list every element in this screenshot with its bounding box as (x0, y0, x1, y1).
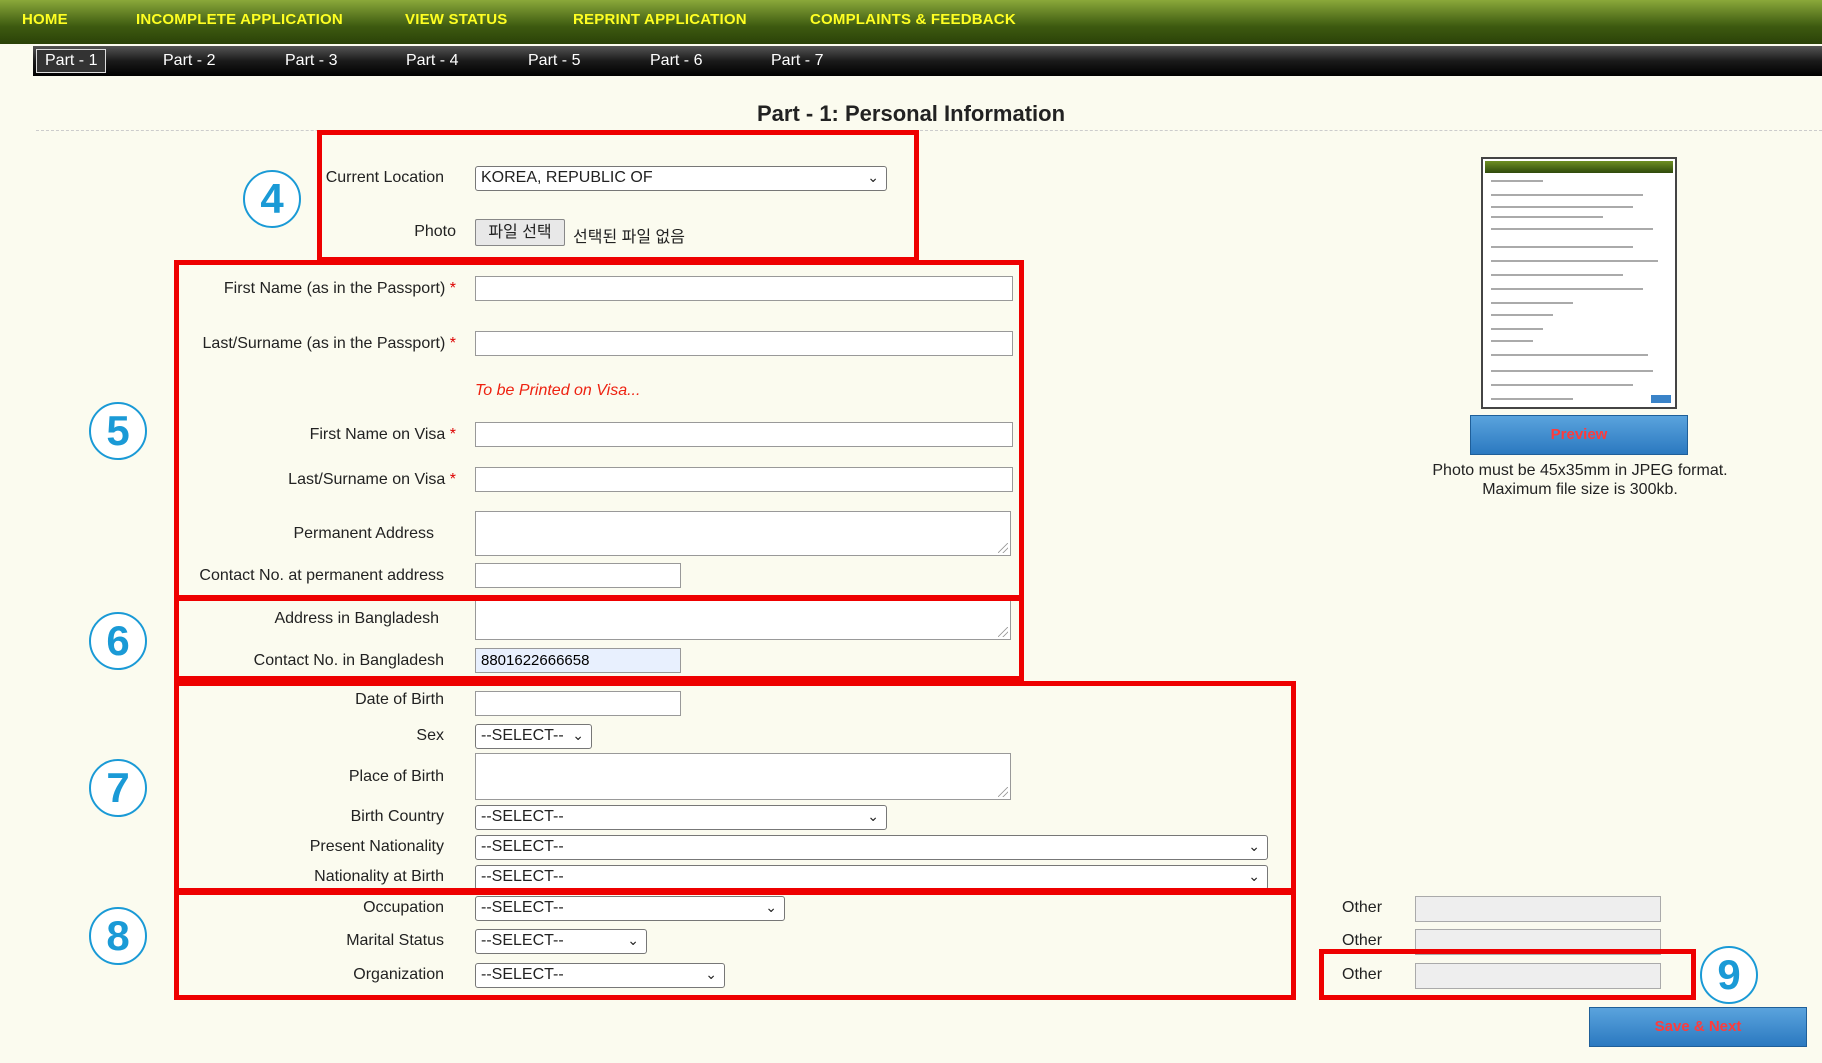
occupation-label: Occupation (363, 899, 444, 916)
resize-grip-icon (998, 543, 1008, 553)
save-next-button[interactable]: Save & Next (1589, 1007, 1807, 1047)
chevron-down-icon: ⌄ (627, 932, 639, 948)
current-location-select[interactable]: KOREA, REPUBLIC OF ⌄ (475, 166, 887, 191)
organization-select[interactable]: --SELECT-- ⌄ (475, 963, 725, 988)
other-organization-label: Other (1342, 966, 1383, 983)
resize-grip-icon (998, 627, 1008, 637)
tab-part-4[interactable]: Part - 4 (406, 52, 458, 70)
tab-part-7[interactable]: Part - 7 (771, 52, 823, 70)
last-name-visa-input[interactable] (475, 467, 1013, 492)
last-name-input[interactable] (475, 331, 1013, 356)
title-divider (36, 130, 1822, 131)
other-occupation-input[interactable] (1415, 896, 1661, 922)
callout-7: 7 (89, 759, 147, 817)
last-name-visa-label: Last/Surname on Visa * (288, 471, 456, 488)
birth-country-label: Birth Country (350, 808, 444, 825)
nav-complaints-feedback[interactable]: COMPLAINTS & FEEDBACK (810, 11, 1016, 28)
first-name-input[interactable] (475, 276, 1013, 301)
current-location-label: Current Location (325, 169, 444, 186)
marital-status-label: Marital Status (346, 932, 444, 949)
chevron-down-icon: ⌄ (705, 966, 717, 982)
callout-8: 8 (89, 907, 147, 965)
address-bangladesh-textarea[interactable] (475, 598, 1011, 640)
chevron-down-icon: ⌄ (867, 808, 879, 824)
callout-6: 6 (89, 612, 147, 670)
current-location-value: KOREA, REPUBLIC OF (481, 169, 653, 186)
chevron-down-icon: ⌄ (867, 169, 879, 185)
tab-part-3[interactable]: Part - 3 (285, 52, 337, 70)
place-of-birth-label: Place of Birth (348, 768, 444, 785)
chevron-down-icon: ⌄ (572, 727, 584, 743)
top-nav: HOME INCOMPLETE APPLICATION VIEW STATUS … (0, 0, 1822, 44)
resize-grip-icon (998, 787, 1008, 797)
part-tabs: Part - 1 Part - 2 Part - 3 Part - 4 Part… (33, 46, 1822, 76)
permanent-address-label: Permanent Address (293, 525, 434, 542)
nav-view-status[interactable]: VIEW STATUS (405, 11, 507, 28)
preview-button[interactable]: Preview (1470, 415, 1688, 455)
page-title: Part - 1: Personal Information (756, 101, 1066, 126)
permanent-address-textarea[interactable] (475, 511, 1011, 556)
birth-country-select[interactable]: --SELECT-- ⌄ (475, 805, 887, 830)
form-thumbnail-lines (1491, 180, 1671, 403)
first-name-label: First Name (as in the Passport) * (223, 280, 456, 297)
first-name-visa-label: First Name on Visa * (309, 426, 456, 443)
nationality-birth-select[interactable]: --SELECT-- ⌄ (475, 865, 1268, 890)
tab-part-5[interactable]: Part - 5 (528, 52, 580, 70)
other-occupation-label: Other (1342, 899, 1383, 916)
callout-9: 9 (1700, 946, 1758, 1004)
file-status-text: 선택된 파일 없음 (573, 229, 685, 246)
contact-permanent-label: Contact No. at permanent address (199, 567, 444, 584)
sex-label: Sex (416, 727, 444, 744)
chevron-down-icon: ⌄ (1248, 868, 1260, 884)
contact-bangladesh-input[interactable] (475, 648, 681, 673)
organization-label: Organization (353, 966, 444, 983)
nav-reprint-application[interactable]: REPRINT APPLICATION (573, 11, 747, 28)
sex-select[interactable]: --SELECT-- ⌄ (475, 724, 592, 749)
present-nationality-label: Present Nationality (309, 838, 444, 855)
form-preview-thumbnail (1481, 157, 1677, 409)
occupation-select[interactable]: --SELECT-- ⌄ (475, 896, 785, 921)
marital-status-select[interactable]: --SELECT-- ⌄ (475, 929, 647, 954)
nav-home[interactable]: HOME (22, 11, 68, 28)
photo-label: Photo (414, 223, 456, 240)
photo-requirements-note: Photo must be 45x35mm in JPEG format. Ma… (1432, 462, 1728, 498)
chevron-down-icon: ⌄ (1248, 838, 1260, 854)
callout-5: 5 (89, 402, 147, 460)
dob-label: Date of Birth (355, 691, 444, 708)
dob-input[interactable] (475, 691, 681, 716)
tab-part-6[interactable]: Part - 6 (650, 52, 702, 70)
chevron-down-icon: ⌄ (765, 899, 777, 915)
other-organization-input[interactable] (1415, 963, 1661, 989)
nav-incomplete-application[interactable]: INCOMPLETE APPLICATION (136, 11, 343, 28)
first-name-visa-input[interactable] (475, 422, 1013, 447)
last-name-label: Last/Surname (as in the Passport) * (202, 335, 456, 352)
other-marital-label: Other (1342, 932, 1383, 949)
other-marital-input[interactable] (1415, 929, 1661, 955)
contact-bangladesh-label: Contact No. in Bangladesh (253, 652, 444, 669)
address-bangladesh-label: Address in Bangladesh (274, 610, 439, 627)
nationality-birth-label: Nationality at Birth (314, 868, 444, 885)
present-nationality-select[interactable]: --SELECT-- ⌄ (475, 835, 1268, 860)
place-of-birth-textarea[interactable] (475, 753, 1011, 800)
tab-part-2[interactable]: Part - 2 (163, 52, 215, 70)
callout-4: 4 (243, 170, 301, 228)
choose-file-button[interactable]: 파일 선택 (475, 219, 565, 246)
printed-on-visa-note: To be Printed on Visa... (475, 382, 641, 399)
contact-permanent-input[interactable] (475, 563, 681, 588)
tab-part-1[interactable]: Part - 1 (36, 49, 107, 73)
